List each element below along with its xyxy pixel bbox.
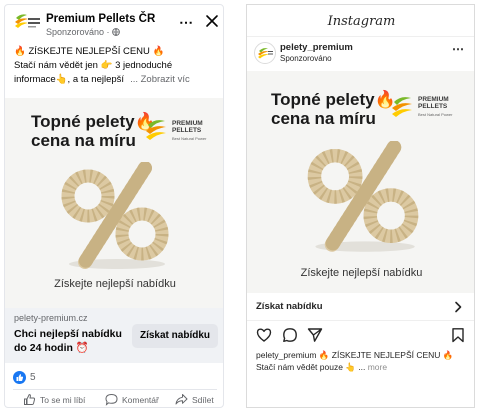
pellet-percent-sign: [61, 162, 169, 269]
facebook-post-header: Premium Pellets ČR Sponzorováno · ⋯: [5, 5, 223, 41]
logo-line-2: PELLETS: [172, 127, 202, 134]
globe-icon: [112, 28, 120, 37]
logo-line-1: PREMIUM: [418, 96, 449, 103]
sponsored-label: Sponzorováno: [280, 54, 332, 63]
comment-icon[interactable]: [282, 327, 298, 343]
divider: [13, 389, 217, 390]
premium-pellets-logo-icon: [392, 97, 412, 117]
ad-creative-image[interactable]: Topné pelety🔥 cena na míru PREMIUM PELLE…: [5, 98, 223, 308]
logo-tagline: Best Natural Power: [172, 136, 207, 141]
sponsored-label: Sponzorováno ·: [46, 27, 120, 37]
header-divider: [247, 36, 474, 37]
caption-more-link[interactable]: more: [368, 362, 387, 372]
like-reaction-icon: [13, 371, 26, 384]
share-label: Sdílet: [192, 395, 214, 405]
thumbs-up-icon: [24, 394, 36, 405]
caption-line-2-text: Stačí nám vědět pouze 👆 ...: [256, 362, 366, 372]
caption-line-1-text: 🔥 ZÍSKEJTE NEJLEPŠÍ CENU 🔥: [318, 350, 454, 360]
post-text-line-3-text: informace👆, a ta nejlepší: [14, 74, 125, 85]
get-offer-button[interactable]: Získat nabídku: [132, 324, 218, 348]
creative-headline-line-2: cena na míru: [271, 109, 376, 128]
caption-username[interactable]: pelety_premium: [256, 350, 316, 360]
post-text-line-3: informace👆, a ta nejlepší ... Zobrazit ví…: [14, 73, 220, 87]
chevron-right-icon: [455, 301, 462, 313]
like-button[interactable]: To se mi líbí: [23, 393, 86, 407]
heart-icon[interactable]: [256, 327, 272, 343]
post-text-line-2: Stačí nám vědět jen 👉 3 jednoduché: [14, 60, 173, 71]
creative-headline-line-2: cena na míru: [31, 131, 136, 150]
username[interactable]: pelety_premium: [280, 42, 353, 53]
post-actions: [247, 325, 474, 349]
post-caption: pelety_premium 🔥 ZÍSKEJTE NEJLEPŠÍ CENU …: [256, 349, 470, 373]
link-title[interactable]: Chci nejlepší nabídku do 24 hodin ⏰: [14, 327, 134, 355]
creative-footer-text: Získejte nejlepší nabídku: [54, 278, 176, 290]
get-offer-button[interactable]: Získat nabídku: [247, 293, 474, 321]
share-icon: [175, 394, 188, 405]
link-domain: pelety-premium.cz: [14, 313, 88, 323]
get-offer-label: Získat nabídku: [256, 301, 323, 312]
logo-line-1: PREMIUM: [172, 120, 203, 127]
reaction-count: 5: [30, 372, 36, 383]
like-label: To se mi líbí: [40, 395, 86, 405]
pellet-percent-sign: [307, 141, 419, 252]
creative-headline-line-1: Topné pelety🔥: [271, 90, 396, 109]
more-options-icon[interactable]: ⋯: [452, 42, 465, 56]
logo-wordmark: PREMIUM PELLETS: [418, 96, 449, 110]
avatar[interactable]: [254, 42, 276, 64]
close-icon[interactable]: [205, 14, 219, 28]
page-logo-icon: [258, 48, 273, 59]
instagram-wordmark: Instagram: [327, 14, 396, 29]
sponsored-text: Sponzorováno ·: [46, 27, 113, 37]
facebook-ad-preview: Premium Pellets ČR Sponzorováno · ⋯ 🔥 ZÍ…: [4, 4, 224, 408]
see-more-link[interactable]: ... Zobrazit víc: [130, 74, 190, 85]
logo-tagline: Best Natural Power: [418, 112, 453, 117]
logo-line-2: PELLETS: [418, 103, 448, 110]
send-icon[interactable]: [307, 327, 323, 343]
premium-pellets-logo-icon: [146, 120, 166, 140]
more-options-icon[interactable]: ⋯: [179, 14, 194, 31]
page-name[interactable]: Premium Pellets ČR: [46, 13, 155, 25]
share-button[interactable]: Sdílet: [175, 393, 223, 407]
creative-headline-line-1: Topné pelety🔥: [31, 112, 156, 131]
caption-line-1: pelety_premium 🔥 ZÍSKEJTE NEJLEPŠÍ CENU …: [256, 349, 470, 361]
comment-button[interactable]: Komentář: [105, 393, 165, 407]
creative-footer-text: Získejte nejlepší nabídku: [300, 267, 423, 279]
link-preview[interactable]: pelety-premium.cz Chci nejlepší nabídku …: [5, 308, 223, 363]
post-text: 🔥 ZÍSKEJTE NEJLEPŠÍ CENU 🔥 Stačí nám věd…: [14, 45, 220, 87]
post-text-line-1: 🔥 ZÍSKEJTE NEJLEPŠÍ CENU 🔥: [14, 46, 165, 57]
comment-icon: [105, 393, 118, 406]
logo-wordmark: PREMIUM PELLETS: [172, 120, 203, 134]
ad-creative-image[interactable]: Topné pelety🔥 cena na míru PREMIUM PELLE…: [247, 71, 474, 293]
page-logo-icon[interactable]: [13, 12, 41, 34]
caption-line-2: Stačí nám vědět pouze 👆 ... more: [256, 361, 470, 373]
instagram-ad-preview: Instagram pelety_premium Sponzorováno ⋯ …: [246, 4, 475, 408]
bookmark-icon[interactable]: [450, 327, 466, 343]
comment-label: Komentář: [122, 395, 159, 405]
